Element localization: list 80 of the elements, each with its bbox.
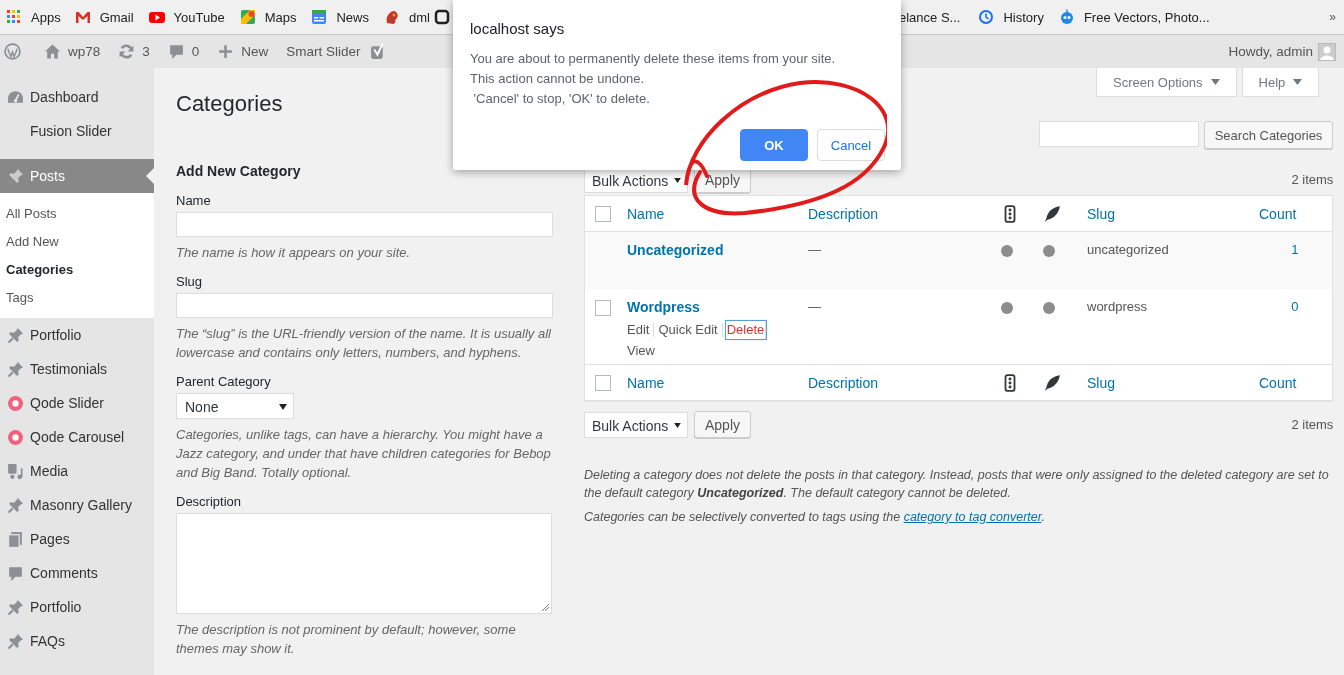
sidebar-item[interactable]: Pages [0,522,154,556]
sidebar-item[interactable]: Testimonials [0,352,154,386]
category-name-link[interactable]: Uncategorized [627,242,808,258]
admin-bar-item[interactable]: New [217,43,269,60]
apply-button[interactable]: Apply [694,411,752,438]
column-header[interactable]: Name [627,205,665,222]
bookmark[interactable]: Apps [6,9,61,25]
admin-bar-item[interactable]: 0 [167,43,200,60]
bulk-actions-dropdown[interactable]: Bulk Actions [584,411,688,438]
sidebar-item[interactable]: Dashboard [0,80,154,114]
cancel-button[interactable]: Cancel [817,129,885,161]
column-header[interactable]: Name [627,374,665,391]
submenu-item[interactable]: Categories [0,256,154,284]
item-count: 2 items [1291,172,1334,187]
more-bookmarks-button[interactable]: » [1329,10,1336,24]
sidebar-item[interactable]: Portfolio [0,590,154,624]
row-action-link[interactable]: Quick Edit [654,323,723,337]
submenu-item[interactable]: Tags [0,284,154,312]
dialog-title: localhost says [470,20,566,37]
account-menu[interactable]: Howdy, admin [1228,44,1313,59]
screen-tab[interactable]: Help [1241,68,1320,97]
bookmark[interactable]: YouTube [148,9,225,25]
row-action-link[interactable]: Delete [725,321,767,339]
dialog-message: This action cannot be undone. [470,70,646,88]
search-button[interactable]: Search Categories [1203,121,1334,149]
ok-button[interactable]: OK [740,129,808,161]
column-header[interactable]: Description [808,374,879,391]
table-cell: — [808,242,821,257]
sidebar-item[interactable]: Qode Slider [0,386,154,420]
note-text: Categories can be selectively converted to tags using the category to tag converter. [584,509,1046,526]
column-header[interactable]: Count [1259,205,1297,222]
sidebar-item[interactable]: Qode Carousel [0,420,154,454]
sidebar-item[interactable]: FAQs [0,624,154,658]
hint-text: The name is how it appears on your site. [176,244,412,262]
note-text: Deleting a category does not delete the posts in that category. Instead, posts that were only assigned to the deleted category are set to the default category Uncategorized. The default category cannot be deleted. [584,467,1330,502]
dropdown[interactable]: None [176,393,294,419]
count-link[interactable]: 0 [1291,299,1299,314]
table-cell: uncategorized [1087,242,1169,257]
sidebar-item[interactable]: Comments [0,556,154,590]
bookmark[interactable]: Gmail [74,9,134,25]
dialog-message: 'Cancel' to stop, 'OK' to delete. [472,90,651,108]
row-action-link[interactable]: Edit [627,323,655,337]
bookmark[interactable]: dml [384,9,430,25]
bookmark[interactable]: Free Vectors, Photo... [1058,9,1210,25]
hint-text: The description is not prominent by default; however, some themes may show it. [176,621,517,658]
column-header[interactable]: Description [808,205,879,222]
admin-bar-item[interactable]: 3 [118,43,150,60]
bookmark[interactable]: elance S... [899,9,961,25]
table-cell: — [808,299,821,314]
field-label: Parent Category [176,374,272,389]
section-heading: Add New Category [176,163,302,179]
converter-link[interactable]: category to tag converter [903,510,1042,524]
page-title: Categories [176,91,283,117]
hint-text: Categories, unlike tags, can have a hierarchy. You might have a Jazz category, and under that have children categories for Bebop and Big Band. Totally optional. [176,426,552,482]
sidebar-item[interactable]: Fusion Slider [0,114,154,148]
hint-text: The “slug” is the URL-friendly version of the name. It is usually all lowercase and contains only letters, numbers, and hyphens. [176,325,552,362]
sidebar-item[interactable]: Posts [0,159,154,193]
bookmark[interactable]: History [978,9,1044,25]
submenu-item[interactable]: All Posts [0,200,154,228]
sidebar-item[interactable]: Portfolio [0,318,154,352]
category-name-link[interactable]: Wordpress [627,299,808,315]
field-label: Slug [176,274,204,289]
sidebar-item[interactable]: Media [0,454,154,488]
field-label: Name [176,193,212,208]
item-count: 2 items [1291,417,1334,432]
dialog-message: You are about to permanently delete these items from your site. [470,50,837,68]
count-link[interactable]: 1 [1291,242,1299,257]
column-header[interactable]: Slug [1087,205,1116,222]
bookmark[interactable]: Maps [239,9,297,25]
bookmark[interactable]: News [311,9,369,25]
screen-tab[interactable]: Screen Options [1096,68,1237,97]
admin-bar-item[interactable]: Smart Slider [286,44,361,59]
column-header[interactable]: Slug [1087,374,1116,391]
sidebar-item[interactable]: Masonry Gallery [0,488,154,522]
submenu-item[interactable]: Add New [0,228,154,256]
row-action-link[interactable]: View [627,344,797,358]
field-label: Description [176,494,243,509]
table-cell: wordpress [1087,299,1147,314]
admin-bar-item[interactable]: wp78 [44,43,101,60]
column-header[interactable]: Count [1259,374,1297,391]
